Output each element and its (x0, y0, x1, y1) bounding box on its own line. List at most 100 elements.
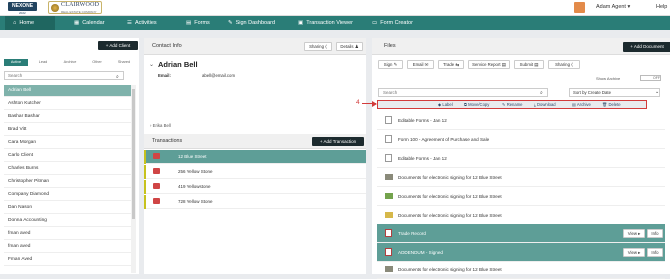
list-item[interactable]: Bashar Bashar (4, 111, 131, 123)
file-row[interactable]: Trade Record View ▸ Info (377, 224, 665, 243)
contact-details-button[interactable]: Details ♟ (336, 42, 363, 51)
add-transaction-button[interactable]: + Add Transaction (312, 137, 364, 146)
search-icon[interactable]: ⌕ (540, 90, 543, 96)
list-item[interactable]: fman aved (4, 228, 131, 240)
nav-home[interactable]: ⌂ Home (5, 16, 55, 30)
tab-shared[interactable]: Shared (112, 59, 136, 66)
info-button[interactable]: Info (647, 248, 663, 257)
secondary-contact[interactable]: › Erika Bell (150, 123, 171, 128)
list-item[interactable]: Christopher Pitman (4, 176, 131, 188)
nav-form-creator[interactable]: ▭ Form Creator (364, 16, 426, 30)
tab-active[interactable]: Active (4, 59, 28, 66)
house-icon (153, 198, 160, 204)
files-sharing-button[interactable]: Sharing ⟨ (548, 60, 580, 69)
add-document-button[interactable]: + Add Document (623, 42, 670, 52)
chevron-down-icon: ⌄ (655, 89, 660, 95)
action-label: Move/Copy (468, 102, 490, 107)
list-item[interactable]: Cara Morgan (4, 137, 131, 149)
file-row[interactable]: Editable Forms - Jan 12 (377, 149, 665, 168)
action-label: Archive (576, 102, 591, 107)
forms-icon: ▤ (186, 20, 192, 26)
list-item[interactable]: Fman Aved (4, 254, 131, 266)
client-search-input[interactable] (4, 71, 124, 80)
rename-action[interactable]: ✎ Rename (502, 101, 523, 108)
nav-forms[interactable]: ▤ Forms (178, 16, 218, 30)
brokerage-name: CLAIRWOOD (61, 2, 100, 8)
help-link[interactable]: Help (656, 4, 667, 10)
transaction-row[interactable]: 419 Yellowstone (144, 180, 366, 194)
client-list-scrollbar[interactable] (131, 85, 136, 273)
view-button[interactable]: View ▸ (623, 248, 645, 257)
info-button[interactable]: Info (647, 229, 663, 238)
folder-icon (385, 266, 393, 272)
list-item[interactable]: Dan Nason (4, 202, 131, 214)
transaction-address: 12 Blue Street (178, 154, 207, 159)
add-client-button[interactable]: + Add Client (98, 41, 138, 50)
email-button[interactable]: Email ✉ (407, 60, 434, 69)
file-name: Trade Record (398, 231, 426, 236)
trade-button[interactable]: Trade ⇆ (438, 60, 464, 69)
archive-action[interactable]: ▤ Archive (572, 101, 591, 108)
list-item[interactable]: Brad Vitt (4, 124, 131, 136)
nav-sign-dashboard[interactable]: ✎ Sign Dashboard (220, 16, 290, 30)
contact-sharing-button[interactable]: Sharing ⟨ (304, 42, 332, 51)
list-item[interactable]: Adrian Bell (4, 85, 131, 97)
status-bar (144, 195, 146, 209)
nav-label: Sign Dashboard (235, 20, 276, 26)
nav-label: Calendar (82, 20, 105, 26)
nav-transaction-viewer[interactable]: ▣ Transaction Viewer (290, 16, 362, 30)
service-report-button[interactable]: Service Report ▤ (468, 60, 510, 69)
list-item[interactable]: Ashton Kutcher (4, 98, 131, 110)
files-header: Files + Add Document (372, 38, 670, 55)
status-bar (144, 180, 146, 194)
sort-select[interactable]: Sort by Create Date (569, 88, 660, 97)
file-search-input[interactable] (378, 88, 548, 97)
file-row[interactable]: Documents for electronic signing for 12 … (377, 260, 665, 279)
search-icon[interactable]: ⌕ (116, 74, 119, 80)
file-row[interactable]: Documents for electronic signing for 12 … (377, 187, 665, 206)
show-archive-toggle[interactable]: OFF (640, 75, 661, 81)
avatar[interactable] (574, 2, 585, 13)
sign-button[interactable]: Sign ✎ (378, 60, 403, 69)
brokerage-logo: CLAIRWOOD REAL ESTATE COMPANY (48, 1, 102, 14)
scrollbar-thumb[interactable] (132, 89, 135, 219)
action-label: Label (442, 102, 453, 107)
show-archive-label: Show Archive (596, 76, 621, 81)
transaction-address: 419 Yellowstone (178, 184, 211, 189)
label-action[interactable]: ◆ Label (438, 101, 453, 108)
user-menu[interactable]: Adam Agent ▾ (596, 4, 630, 10)
contact-title: Contact Info (152, 43, 182, 49)
nav-calendar[interactable]: ▦ Calendar (66, 16, 116, 30)
file-name: Documents for electronic signing for 12 … (398, 194, 502, 199)
file-row[interactable]: Form 100 - Agreement of Purchase and Sal… (377, 130, 665, 149)
nav-label: Activities (134, 20, 157, 26)
move-copy-action[interactable]: ⧉ Move/Copy (464, 101, 489, 108)
home-icon: ⌂ (13, 20, 17, 26)
nexone-logo[interactable]: NEXONE (8, 2, 38, 11)
transaction-row[interactable]: 256 Yellow Stone (144, 165, 366, 179)
list-item[interactable]: Charles Burns (4, 163, 131, 175)
tab-lead[interactable]: Lead (31, 59, 55, 66)
file-name: ADDENDUM - Signed (398, 250, 443, 255)
tab-other[interactable]: Other (85, 59, 109, 66)
submit-button[interactable]: Submit ▤ (514, 60, 544, 69)
list-item[interactable]: Carlo Client (4, 150, 131, 162)
tab-archive[interactable]: Archive (58, 59, 82, 66)
chevron-down-icon[interactable]: ⌄ (149, 61, 154, 68)
logo-year: 2022 (19, 11, 26, 15)
delete-action[interactable]: 🗑 Delete (602, 101, 621, 108)
nav-activities[interactable]: ☰ Activities (119, 16, 177, 30)
file-row[interactable]: Documents for electronic signing for 12 … (377, 168, 665, 187)
file-row[interactable]: Editable Forms - Jan 12 (377, 111, 665, 130)
list-item[interactable]: Donna Accounting (4, 215, 131, 227)
folder-icon (385, 193, 393, 199)
pdf-icon (385, 248, 392, 256)
transaction-row[interactable]: 728 Yellow Stone (144, 195, 366, 209)
file-row[interactable]: Documents for electronic signing for 12 … (377, 206, 665, 225)
status-bar (144, 150, 146, 164)
list-item[interactable]: fman aved (4, 241, 131, 253)
list-item[interactable]: Company Diamond (4, 189, 131, 201)
transaction-row[interactable]: 12 Blue Street (144, 150, 366, 164)
view-button[interactable]: View ▸ (623, 229, 645, 238)
download-action[interactable]: ⤓ Download (534, 101, 556, 108)
